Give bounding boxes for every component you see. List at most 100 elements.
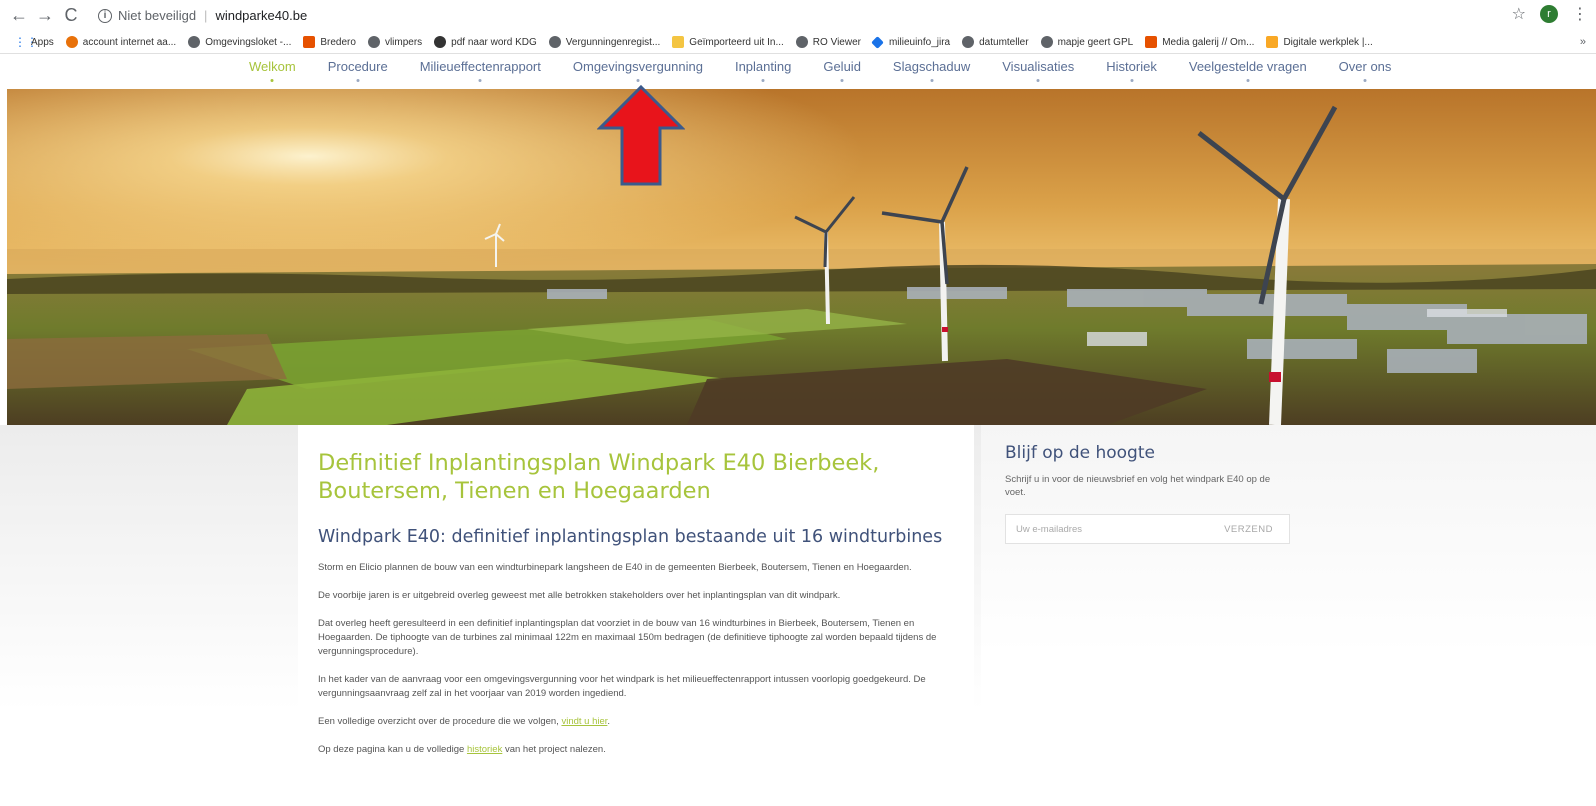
bookmark-label: Bredero [320, 36, 356, 48]
bookmark-item[interactable]: datumteller [962, 36, 1029, 48]
paragraph-procedure: Een volledige overzicht over de procedur… [318, 715, 958, 729]
red-arrow-annotation [597, 84, 685, 186]
nav-item-procedure[interactable]: Procedure [328, 59, 388, 84]
bookmark-label: datumteller [979, 36, 1029, 48]
bookmark-label: mapje geert GPL [1057, 36, 1134, 48]
bookmark-item[interactable]: pdf naar word KDG [434, 36, 537, 48]
bookmark-item[interactable]: Vergunningenregist... [548, 36, 661, 48]
bookmark-item[interactable]: vlimpers [367, 36, 422, 48]
bookmark-item[interactable]: Omgevingsloket -... [188, 36, 291, 48]
nav-dot-icon [761, 79, 765, 82]
address-bar[interactable]: i Niet beveiligd | windparke40.be [98, 4, 307, 28]
historiek-text: Op deze pagina kan u de volledige [318, 744, 467, 755]
bookmarks-bar: ⋮⋮ Apps account internet aa... Omgevingslok… [0, 31, 1596, 54]
nav-item-visualisaties[interactable]: Visualisaties [1002, 59, 1074, 84]
nav-item-label: Slagschaduw [892, 59, 971, 74]
bredero-icon [303, 36, 316, 48]
hero-image [7, 89, 1596, 425]
security-label: Niet beveiligd [118, 8, 197, 23]
page-title: Definitief Inplantingsplan Windpark E40 … [318, 450, 880, 504]
bookmark-item[interactable]: Bredero [303, 36, 356, 48]
nav-item-veelgestelde-vragen[interactable]: Veelgestelde vragen [1189, 59, 1307, 84]
nav-item-label: Welkom [249, 59, 296, 74]
url-text[interactable]: windparke40.be [215, 8, 307, 23]
nav-list: Welkom Procedure Milieueffectenrapport Omge… [249, 59, 1423, 84]
nav-item-label: Veelgestelde vragen [1188, 59, 1307, 74]
bookmarks-more-icon[interactable]: » [1580, 36, 1586, 48]
nav-item-label: Procedure [327, 59, 388, 74]
procedure-text: Een volledige overzicht over de procedur… [318, 716, 562, 727]
nav-item-label: Historiek [1106, 59, 1157, 74]
site-navigation: Welkom Procedure Milieueffectenrapport Omge… [0, 55, 1596, 88]
submit-button[interactable]: VERZEND [1208, 515, 1289, 543]
nav-item-historiek[interactable]: Historiek [1106, 59, 1157, 84]
reload-icon[interactable]: C [58, 3, 84, 29]
historiek-text-end: van het project nalezen. [502, 744, 606, 755]
bookmark-item[interactable]: Digitale werkplek |... [1266, 36, 1373, 48]
info-icon[interactable]: i [98, 8, 112, 23]
main-content: Definitief Inplantingsplan Windpark E40 … [298, 425, 974, 806]
apps-icon: ⋮⋮ [14, 35, 38, 49]
bookmark-label: Omgevingsloket -... [205, 36, 292, 48]
globe-icon [795, 36, 808, 48]
procedure-link[interactable]: vindt u hier [561, 716, 607, 727]
back-arrow-icon[interactable]: ← [6, 3, 32, 29]
bookmark-label: milieuinfo_jira [888, 36, 951, 48]
folder-icon [672, 36, 685, 48]
bookmark-label: Media galerij // Om... [1162, 36, 1255, 48]
menu-kebab-icon[interactable]: ⋮ [1572, 4, 1588, 24]
orange-icon [65, 36, 78, 48]
nav-item-label: Inplanting [734, 59, 792, 74]
nav-dot-icon [1036, 79, 1040, 82]
globe-icon [188, 36, 201, 48]
procedure-text-end: . [607, 716, 611, 727]
nav-item-geluid[interactable]: Geluid [823, 59, 861, 84]
browser-toolbar: ← → C i Niet beveiligd | windparke40.be … [0, 0, 1596, 31]
nav-item-slagschaduw[interactable]: Slagschaduw [893, 59, 970, 84]
profile-avatar-icon[interactable]: r [1540, 5, 1558, 23]
nav-dot-icon [1363, 79, 1367, 82]
bookmark-label: account internet aa... [82, 36, 177, 48]
nav-item-milieueffectenrapport[interactable]: Milieueffectenrapport [420, 59, 541, 84]
paragraph-intro: Storm en Elicio plannen de bouw van een … [318, 562, 912, 573]
paragraph-vergunning: In het kader van de aanvraag voor een om… [318, 674, 926, 699]
email-input[interactable] [1006, 515, 1209, 543]
nav-dot-icon [840, 79, 844, 82]
nav-item-welkom[interactable]: Welkom [249, 59, 296, 84]
historiek-link[interactable]: historiek [467, 744, 502, 755]
nav-item-label: Visualisaties [1002, 59, 1075, 74]
paragraph-overleg: De voorbije jaren is er uitgebreid overl… [318, 590, 841, 601]
globe-icon [548, 36, 561, 48]
globe-icon [367, 36, 380, 48]
bookmark-label: Vergunningenregist... [565, 36, 661, 48]
bookmark-label: pdf naar word KDG [451, 36, 537, 48]
nav-item-over-ons[interactable]: Over ons [1339, 59, 1391, 84]
bookmark-item[interactable]: account internet aa... [65, 36, 177, 48]
bookmark-label: RO Viewer [812, 36, 861, 48]
bookmark-star-icon[interactable]: ☆ [1512, 4, 1526, 24]
paragraph-historiek: Op deze pagina kan u de volledige histor… [318, 743, 958, 757]
lightning-icon [1266, 36, 1279, 48]
nav-item-label: Milieueffectenrapport [419, 59, 541, 74]
bookmark-item[interactable]: ⋮⋮ Apps [14, 36, 54, 48]
forward-arrow-icon[interactable]: → [32, 3, 58, 29]
bookmark-label: Geïmporteerd uit In... [689, 36, 784, 48]
nav-item-inplanting[interactable]: Inplanting [735, 59, 791, 84]
diamond-icon [871, 35, 884, 49]
globe-icon [962, 36, 975, 48]
hero-landscape [7, 89, 1596, 425]
nav-dot-icon [1130, 79, 1134, 82]
dot-icon [434, 36, 447, 48]
bookmark-item[interactable]: mapje geert GPL [1040, 36, 1134, 48]
newsletter-text: Schrijf u in voor de nieuwsbrief en volg… [1005, 474, 1271, 498]
nav-item-omgevingsvergunning[interactable]: Omgevingsvergunning [573, 59, 703, 84]
nav-item-label: Omgevingsvergunning [572, 59, 703, 74]
bookmark-item[interactable]: Media galerij // Om... [1145, 36, 1254, 48]
newsletter-title: Blijf op de hoogte [1005, 443, 1155, 463]
nav-dot-icon [270, 79, 274, 82]
bookmark-item[interactable]: milieuinfo_jira [871, 35, 951, 49]
bookmark-item[interactable]: Geïmporteerd uit In... [672, 36, 784, 48]
address-separator: | [204, 8, 208, 23]
bookmark-item[interactable]: RO Viewer [795, 36, 861, 48]
media-icon [1145, 36, 1158, 48]
